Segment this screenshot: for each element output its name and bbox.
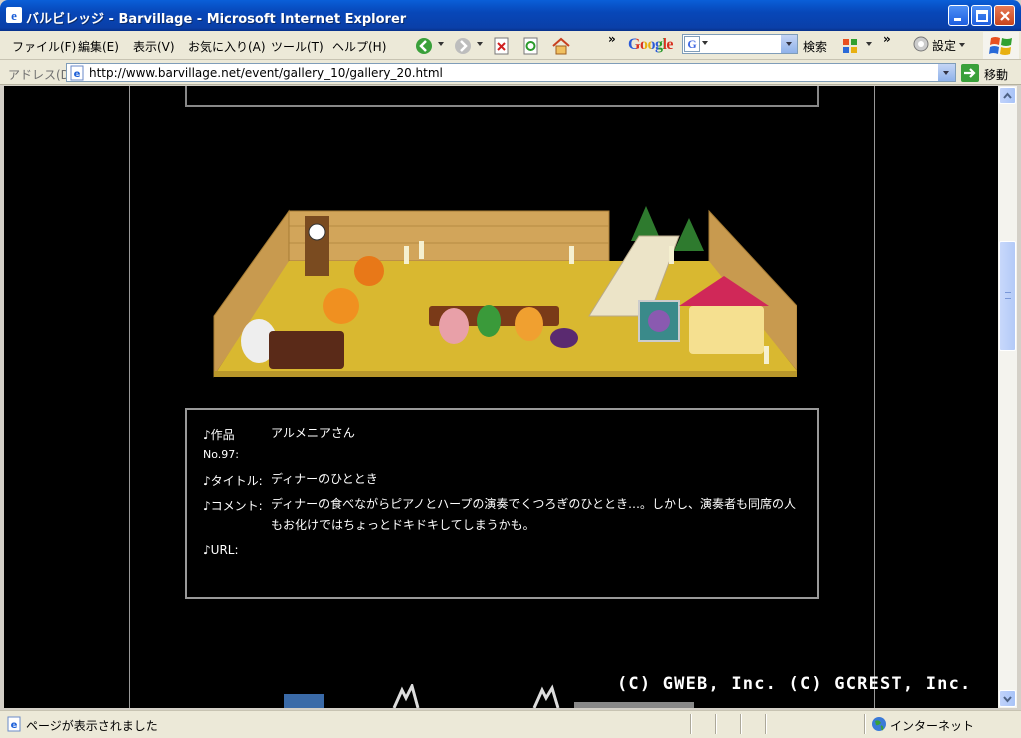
go-arrow-icon	[961, 64, 979, 82]
options-dropdown-icon[interactable]	[866, 42, 872, 46]
settings-dropdown-icon	[959, 43, 965, 47]
title-label: ♪タイトル:	[203, 474, 263, 488]
page-viewport: ♪作品 No.97: アルメニアさん ♪タイトル: ディナーのひととき ♪コメン…	[4, 86, 998, 708]
title-value: ディナーのひととき	[271, 472, 378, 486]
status-divider	[690, 714, 692, 734]
chevron-up-icon	[1003, 92, 1012, 99]
status-text: ページが表示されました	[26, 719, 158, 733]
work-value: アルメニアさん	[271, 426, 355, 440]
home-icon[interactable]	[551, 36, 571, 56]
menu-file[interactable]: ファイル(F)	[12, 38, 76, 55]
minimize-button[interactable]	[948, 5, 969, 26]
status-divider	[864, 714, 866, 734]
scroll-down-button[interactable]	[999, 690, 1016, 707]
g-dropdown-icon[interactable]	[702, 41, 708, 45]
forward-icon[interactable]	[453, 36, 473, 56]
google-g-icon: G	[684, 36, 700, 52]
menu-view[interactable]: 表示(V)	[133, 38, 175, 55]
svg-text:e: e	[74, 69, 81, 80]
address-input[interactable]: e http://www.barvillage.net/event/galler…	[66, 63, 956, 82]
back-icon[interactable]	[414, 36, 434, 56]
forward-dropdown-icon[interactable]	[477, 42, 483, 46]
menu-favorites[interactable]: お気に入り(A)	[188, 38, 266, 55]
address-url: http://www.barvillage.net/event/gallery_…	[89, 66, 443, 80]
svg-text:e: e	[11, 720, 18, 731]
status-divider	[765, 714, 767, 734]
entry-info-box: ♪作品 No.97: アルメニアさん ♪タイトル: ディナーのひととき ♪コメン…	[185, 408, 819, 599]
menu-help[interactable]: ヘルプ(H)	[332, 38, 386, 55]
menu-tools[interactable]: ツール(T)	[271, 38, 324, 55]
scroll-thumb[interactable]	[999, 241, 1016, 351]
toolbar-chevron[interactable]: »	[608, 32, 616, 46]
go-label: 移動	[984, 68, 1009, 82]
title-bar: e バルビレッジ - Barvillage - Microsoft Intern…	[0, 0, 1021, 31]
address-label: アドレス(D)	[8, 68, 75, 82]
windows-logo-icon	[983, 32, 1019, 59]
refresh-icon[interactable]	[521, 36, 541, 56]
google-search-button[interactable]: 検索	[803, 38, 827, 55]
chevron-down-icon	[1003, 696, 1012, 703]
ie-icon: e	[6, 7, 22, 23]
go-button[interactable]: 移動	[961, 63, 1019, 83]
maximize-button[interactable]	[971, 5, 992, 26]
scroll-up-button[interactable]	[999, 87, 1016, 104]
status-divider	[740, 714, 742, 734]
settings-label: 設定	[932, 39, 957, 53]
menu-edit[interactable]: 編集(E)	[78, 38, 119, 55]
chevron-down-icon	[943, 71, 949, 75]
google-logo: Google	[628, 36, 674, 54]
back-dropdown-icon[interactable]	[438, 42, 444, 46]
google-logo-text: Google	[628, 36, 674, 53]
stop-icon[interactable]	[492, 36, 512, 56]
previous-entry-box	[185, 86, 819, 107]
comment-label: ♪コメント:	[203, 499, 263, 513]
comment-value: ディナーの食べながらピアノとハープの演奏でくつろぎのひととき…。しかし、演奏者も…	[271, 497, 797, 532]
content-column	[129, 86, 875, 708]
close-icon	[1000, 11, 1010, 21]
copyright-text: (C) GWEB, Inc. (C) GCREST, Inc.	[617, 674, 972, 694]
work-number: No.97:	[203, 448, 239, 461]
page-done-icon: e	[7, 716, 21, 732]
google-search-input[interactable]: G	[682, 34, 798, 54]
status-bar: e ページが表示されました インターネット	[0, 710, 1021, 738]
search-history-dropdown[interactable]	[781, 35, 797, 53]
maximize-icon	[976, 10, 988, 22]
toolbar-chevron-2[interactable]: »	[883, 32, 891, 46]
close-button[interactable]	[994, 5, 1015, 26]
settings-icon	[913, 36, 929, 52]
toolbar-options-icon[interactable]	[840, 36, 860, 56]
minimize-icon	[954, 18, 961, 21]
chevron-down-icon	[786, 42, 792, 46]
status-divider	[715, 714, 717, 734]
url-label: ♪URL:	[203, 543, 239, 557]
gallery-artwork	[213, 206, 797, 378]
work-label: ♪作品	[203, 428, 235, 442]
page-icon: e	[70, 65, 84, 81]
address-dropdown[interactable]	[938, 64, 955, 81]
globe-icon	[872, 717, 886, 731]
vertical-scrollbar[interactable]	[998, 86, 1017, 708]
menu-bar: ファイル(F) 編集(E) 表示(V) お気に入り(A) ツール(T) ヘルプ(…	[0, 31, 1021, 60]
address-bar: アドレス(D) e http://www.barvillage.net/even…	[0, 60, 1021, 85]
security-zone-text: インターネット	[890, 719, 975, 733]
svg-text:e: e	[11, 8, 17, 23]
scroll-grip	[1005, 292, 1011, 299]
window-title: バルビレッジ - Barvillage - Microsoft Internet…	[26, 12, 407, 27]
